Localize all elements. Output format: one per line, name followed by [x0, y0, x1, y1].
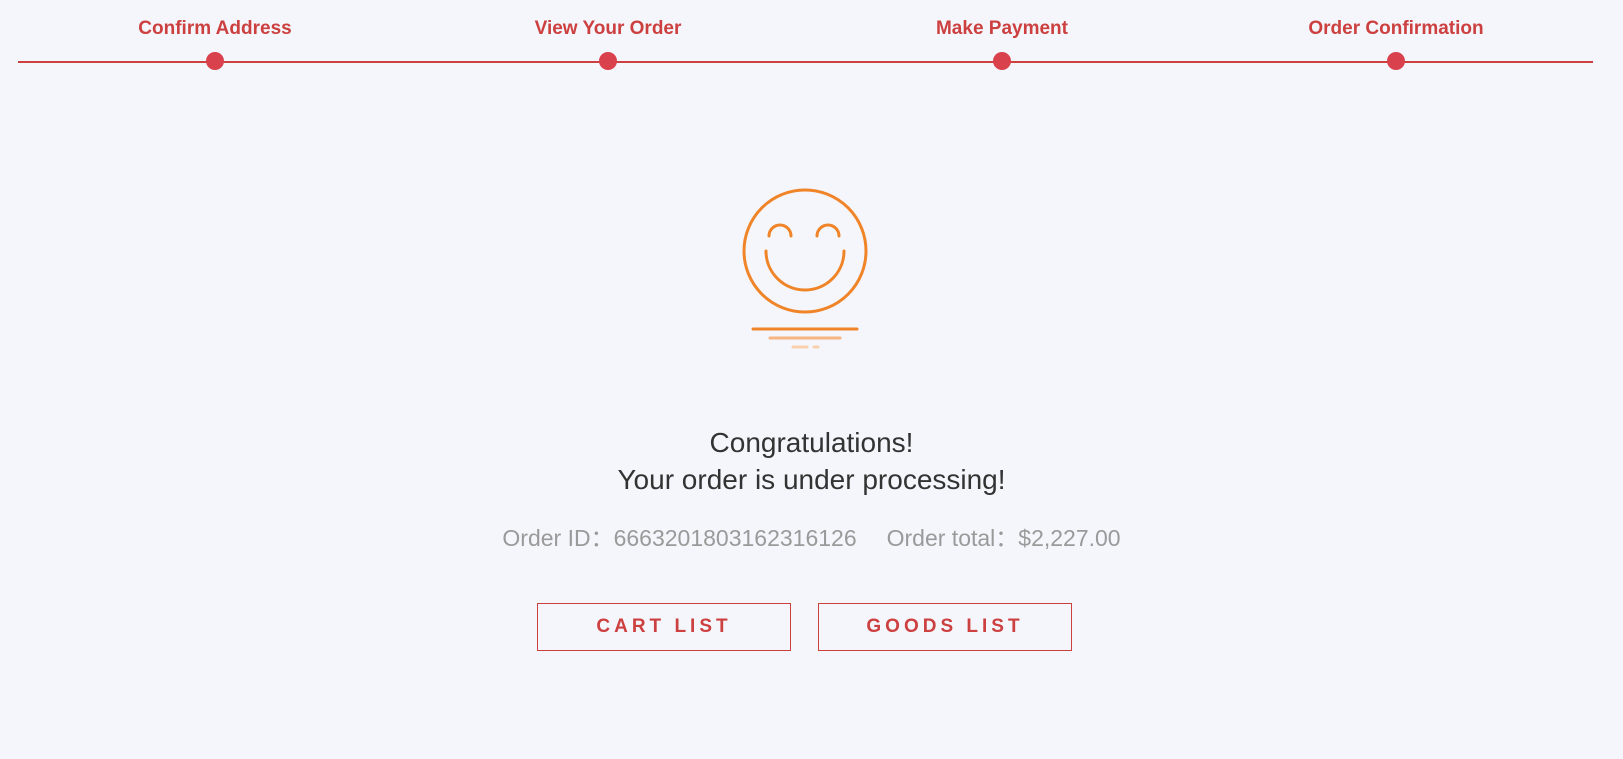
order-total-label: Order total： [886, 525, 1019, 551]
order-total-value: $2,227.00 [1018, 525, 1121, 551]
success-subtitle: Your order is under processing! [617, 464, 1006, 495]
goods-list-button[interactable]: GOODS LIST [818, 603, 1072, 651]
order-summary: Order ID：6663201803162316126 Order total：… [0, 521, 1623, 555]
step-make-payment[interactable]: Make Payment [852, 0, 1152, 70]
order-id-label: Order ID： [502, 525, 614, 551]
step-confirm-address[interactable]: Confirm Address [65, 0, 365, 70]
step-label: Order Confirmation [1308, 18, 1484, 39]
step-label: View Your Order [534, 18, 682, 39]
step-dot [993, 52, 1011, 70]
step-label: Make Payment [935, 18, 1068, 39]
step-label: Confirm Address [138, 18, 292, 39]
step-dot [206, 52, 224, 70]
step-view-order[interactable]: View Your Order [458, 0, 758, 70]
step-dot [599, 52, 617, 70]
smiley-face-icon [742, 188, 868, 349]
success-title: Congratulations! [709, 427, 914, 458]
order-id-value: 6663201803162316126 [613, 525, 857, 551]
checkout-stepper: Confirm Address View Your Order Make Pay… [18, 0, 1593, 80]
cart-list-button[interactable]: CART LIST [537, 603, 791, 651]
stepper-line [18, 61, 1593, 63]
step-order-confirmation[interactable]: Order Confirmation [1246, 0, 1546, 70]
step-dot [1387, 52, 1405, 70]
